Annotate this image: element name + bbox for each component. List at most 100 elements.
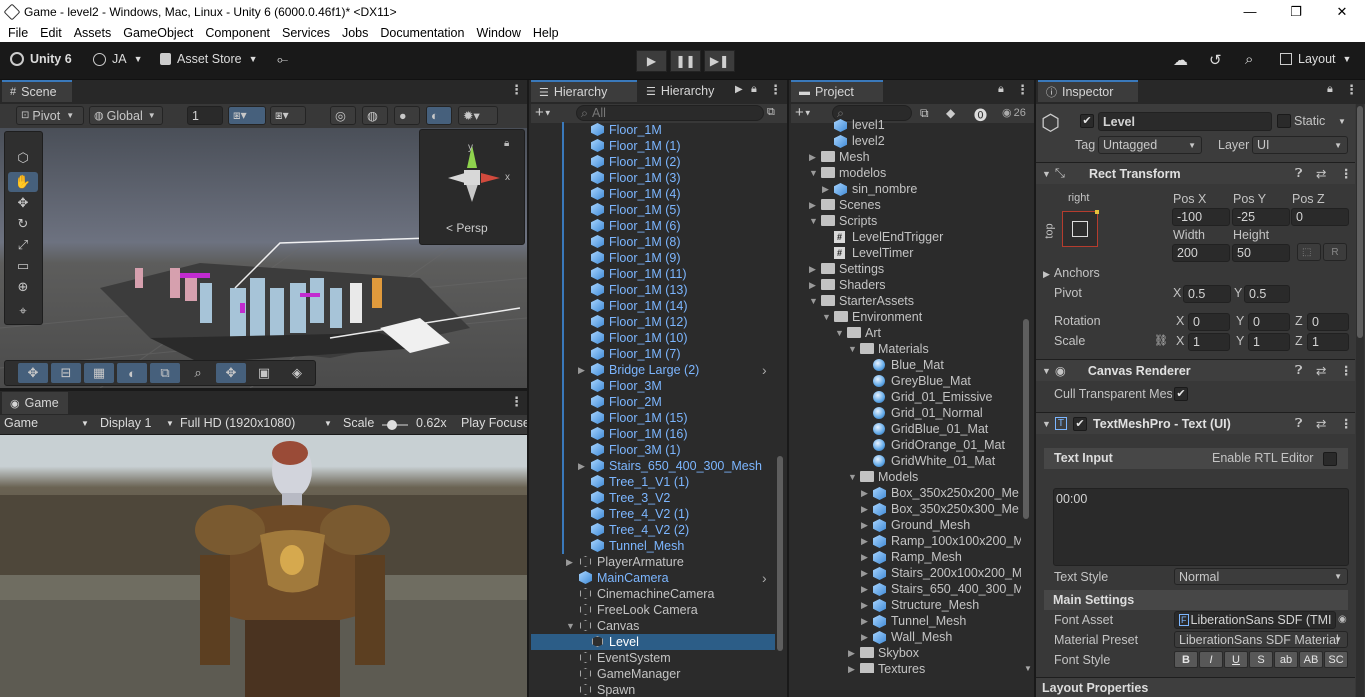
scale-x-field[interactable]: 1 <box>1188 333 1230 351</box>
project-item[interactable]: ▼ Materials <box>791 341 1021 357</box>
foldout-closed-icon[interactable]: ▶ <box>848 664 855 674</box>
view-cube-icon[interactable]: ⬡ <box>8 148 38 168</box>
font-style-b-button[interactable]: B <box>1174 651 1198 668</box>
project-item[interactable]: ▶ Ramp_Mesh <box>791 549 1021 565</box>
cloud-icon[interactable]: ☁ <box>1173 51 1188 69</box>
hierarchy-item[interactable]: Floor_1M (6) <box>531 218 775 234</box>
project-item[interactable]: ▶ Stairs_650_400_300_M <box>791 581 1021 597</box>
hierarchy-item[interactable]: Tree_1_V1 (1) <box>531 474 775 490</box>
component-menu-icon[interactable]: ⋮ <box>1340 166 1353 181</box>
project-item[interactable]: ▼ Art <box>791 325 1021 341</box>
preset-icon[interactable]: ⇄ <box>1316 363 1326 378</box>
project-item[interactable]: Blue_Mat <box>791 357 1021 373</box>
raw-edit-button[interactable]: R <box>1323 243 1347 261</box>
project-item[interactable]: ▼ Models <box>791 469 1021 485</box>
scale-y-field[interactable]: 1 <box>1248 333 1290 351</box>
hierarchy-item[interactable]: Spawn <box>531 682 775 697</box>
foldout-closed-icon[interactable]: ▶ <box>861 488 868 499</box>
foldout-closed-icon[interactable]: ▶ <box>861 520 868 531</box>
project-menu-icon[interactable]: ⋮ <box>1016 82 1029 98</box>
foldout-closed-icon[interactable]: ▶ <box>861 552 868 563</box>
overlay-move-icon[interactable]: ✥ <box>18 363 48 383</box>
foldout-closed-icon[interactable]: ▶ <box>861 536 868 547</box>
tab-scene[interactable]: # Scene <box>2 80 72 102</box>
hierarchy-item[interactable]: ▶ PlayerArmature <box>531 554 775 570</box>
tmp-enabled-checkbox[interactable]: ✔ <box>1073 416 1088 431</box>
tmp-header[interactable]: ▼ T ✔ TextMeshPro - Text (UI) ❓︎ ⇄ ⋮ <box>1036 412 1355 434</box>
display-dropdown[interactable]: Display 1 ▼ <box>100 416 174 430</box>
hierarchy-item[interactable]: Floor_1M (5) <box>531 202 775 218</box>
orientation-gizmo[interactable]: y x 🔒︎ < Persp <box>419 129 525 245</box>
static-checkbox[interactable] <box>1277 114 1291 128</box>
posz-field[interactable]: 0 <box>1291 208 1349 226</box>
hierarchy-item[interactable]: Floor_1M (10) <box>531 330 775 346</box>
hierarchy-item[interactable]: Floor_1M (15) <box>531 410 775 426</box>
hierarchy-item[interactable]: Tree_4_V2 (1) <box>531 506 775 522</box>
rot-y-field[interactable]: 0 <box>1248 313 1290 331</box>
open-prefab-icon[interactable]: › <box>762 362 767 378</box>
menu-assets[interactable]: Assets <box>68 26 118 40</box>
component-menu-icon[interactable]: ⋮ <box>1340 363 1353 378</box>
increment-snap-toggle[interactable]: ⧆▾ <box>270 106 306 125</box>
game-viewport[interactable] <box>0 435 527 697</box>
project-item[interactable]: ▶ Tunnel_Mesh <box>791 613 1021 629</box>
version-control-icon[interactable]: ⟜ <box>277 51 288 68</box>
unity-account-button[interactable]: Unity 6 <box>10 52 72 66</box>
menu-file[interactable]: File <box>2 26 34 40</box>
hierarchy-item[interactable]: Tree_3_V2 <box>531 490 775 506</box>
menu-component[interactable]: Component <box>199 26 276 40</box>
tab-hierarchy-2[interactable]: ☰ Hierarchy <box>638 80 732 102</box>
open-prefab-icon[interactable]: › <box>762 570 767 586</box>
hierarchy-scroll-thumb[interactable] <box>777 456 783 651</box>
project-item[interactable]: ▶ Structure_Mesh <box>791 597 1021 613</box>
foldout-open-icon[interactable]: ▼ <box>835 328 844 338</box>
hierarchy-add-button[interactable]: +▼ <box>535 104 552 121</box>
font-asset-field[interactable]: F LiberationSans SDF (TMI <box>1174 611 1336 629</box>
width-field[interactable]: 200 <box>1172 244 1230 262</box>
foldout-closed-icon[interactable]: ▶ <box>861 600 868 611</box>
hierarchy-item[interactable]: Level <box>531 634 775 650</box>
grid-size-field[interactable]: 1 <box>187 106 223 125</box>
anchor-preset-button[interactable] <box>1062 210 1099 247</box>
asset-store-dropdown[interactable]: Asset Store ▼ <box>160 52 258 66</box>
hierarchy-item[interactable]: Floor_1M (7) <box>531 346 775 362</box>
canvas-renderer-header[interactable]: ▼ ◉ Canvas Renderer ❓︎ ⇄ ⋮ <box>1036 359 1355 381</box>
tab-inspector[interactable]: ⓘ Inspector <box>1038 80 1138 102</box>
material-preset-dropdown[interactable]: LiberationSans SDF Material ▼ <box>1174 631 1348 648</box>
project-item[interactable]: ▼ Scripts <box>791 213 1021 229</box>
gizmos-dropdown[interactable]: ✹▾ <box>458 106 498 125</box>
game-menu-icon[interactable]: ⋮ <box>510 394 523 410</box>
menu-window[interactable]: Window <box>470 26 526 40</box>
resolution-dropdown[interactable]: Full HD (1920x1080) ▼ <box>180 416 332 430</box>
gameobject-name-field[interactable]: Level <box>1098 112 1272 131</box>
hierarchy-search-input[interactable]: ⌕ All <box>576 105 764 121</box>
project-item[interactable]: Grid_01_Emissive <box>791 389 1021 405</box>
posx-field[interactable]: -100 <box>1172 208 1230 226</box>
hierarchy-item[interactable]: Floor_1M (2) <box>531 154 775 170</box>
project-item[interactable]: ▶ Box_350x250x300_Me <box>791 501 1021 517</box>
global-dropdown[interactable]: ◍ Global ▼ <box>89 106 163 125</box>
hierarchy-item[interactable]: ▼ Canvas <box>531 618 775 634</box>
overlay-pan-icon[interactable]: ✥ <box>216 363 246 383</box>
rot-x-field[interactable]: 0 <box>1188 313 1230 331</box>
preset-icon[interactable]: ⇄ <box>1316 166 1326 181</box>
project-item[interactable]: ▼ StarterAssets <box>791 293 1021 309</box>
hierarchy-item[interactable]: Tree_4_V2 (2) <box>531 522 775 538</box>
hierarchy-item[interactable]: MainCamera › <box>531 570 775 586</box>
maximize-button[interactable]: ❐ <box>1273 0 1319 23</box>
scene-menu-icon[interactable]: ⋮ <box>510 82 523 98</box>
overlay-compass-icon[interactable]: ◈ <box>282 363 312 383</box>
hand-tool-icon[interactable]: ✋ <box>8 172 38 192</box>
inspector-menu-icon[interactable]: ⋮ <box>1345 82 1358 98</box>
hierarchy-item[interactable]: CinemachineCamera <box>531 586 775 602</box>
foldout-closed-icon[interactable]: ▶ <box>861 616 868 627</box>
foldout-closed-icon[interactable]: ▶ <box>578 365 585 376</box>
hierarchy-item[interactable]: Floor_1M (13) <box>531 282 775 298</box>
menu-gameobject[interactable]: GameObject <box>117 26 199 40</box>
rotate-tool-icon[interactable]: ↻ <box>8 214 38 234</box>
foldout-open-icon[interactable]: ▼ <box>809 296 818 306</box>
project-item[interactable]: ▶ Mesh <box>791 149 1021 165</box>
play-button[interactable]: ▶ <box>636 50 667 72</box>
project-item[interactable]: GridWhite_01_Mat <box>791 453 1021 469</box>
project-item[interactable]: ▶ Settings <box>791 261 1021 277</box>
